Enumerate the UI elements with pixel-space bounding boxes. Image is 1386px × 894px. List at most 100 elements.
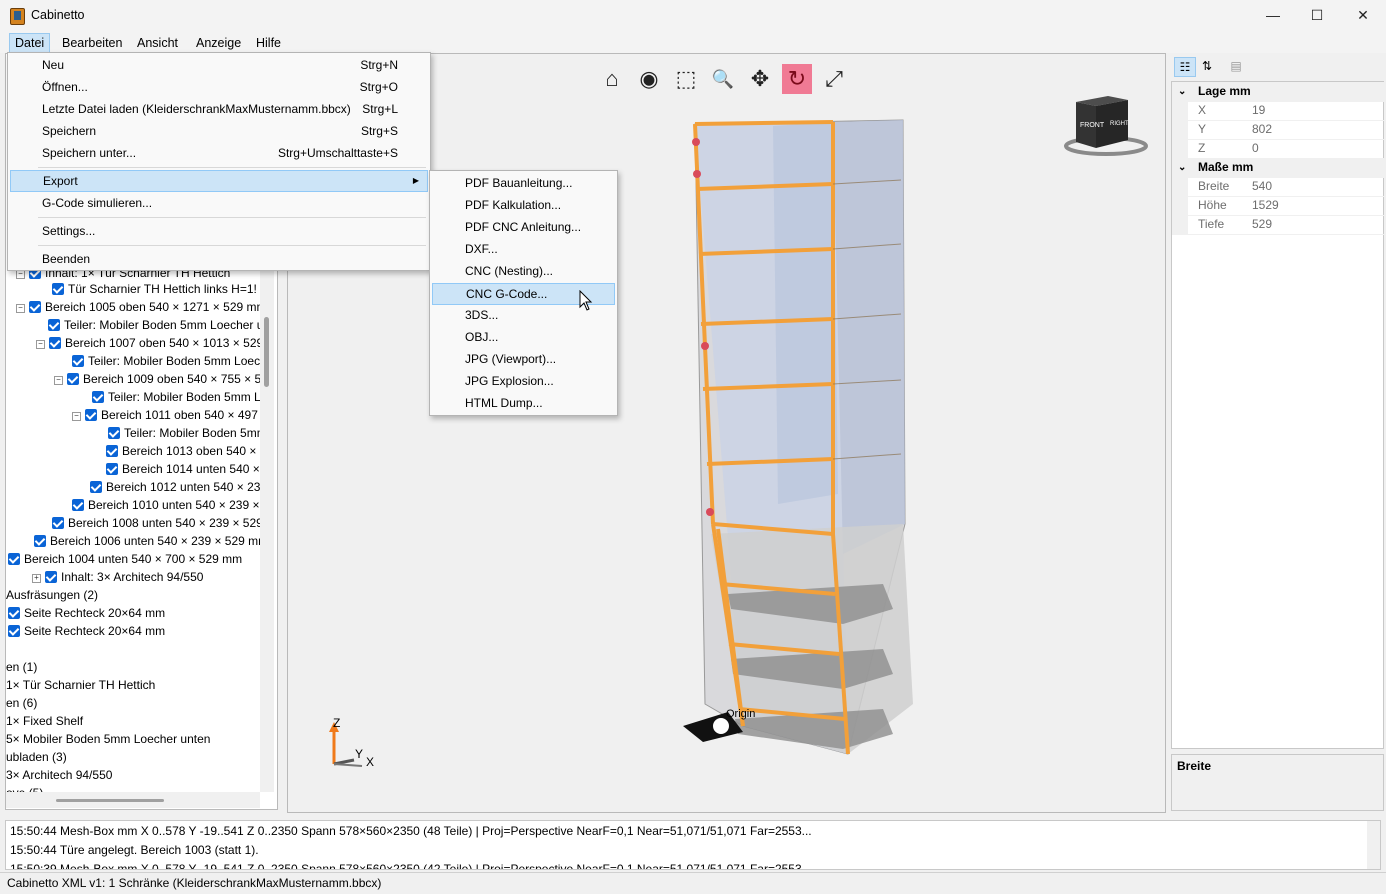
rotate-icon[interactable]: ↻: [782, 64, 812, 94]
property-value[interactable]: 0: [1252, 139, 1259, 158]
property-row[interactable]: Tiefe 529: [1172, 215, 1385, 235]
tree-vertical-scroll-thumb[interactable]: [264, 317, 269, 387]
tree-checkbox[interactable]: [45, 571, 57, 583]
tree-checkbox[interactable]: [85, 409, 97, 421]
tree-checkbox[interactable]: [8, 607, 20, 619]
tree-row[interactable]: Seite Rechteck 20×64 mm: [8, 622, 165, 640]
tree-row[interactable]: Tür Scharnier TH Hettich links H=1!: [52, 280, 257, 298]
expand-icon[interactable]: +: [32, 574, 41, 583]
close-button[interactable]: ✕: [1340, 0, 1386, 31]
tree-horizontal-scroll-thumb[interactable]: [56, 799, 164, 802]
tree-row[interactable]: 1× Fixed Shelf: [6, 712, 83, 730]
alphabetical-sort-icon[interactable]: ⇅: [1197, 57, 1217, 75]
tree-checkbox[interactable]: [34, 535, 46, 547]
zoom-icon[interactable]: 🔍: [708, 64, 738, 94]
tree-checkbox[interactable]: [108, 427, 120, 439]
menu-item-speichern[interactable]: Speichern Strg+S: [8, 121, 428, 141]
tree-row[interactable]: Bereich 1006 unten 540 × 239 × 529 mm: [34, 532, 268, 550]
tree-row[interactable]: − Bereich 1007 oben 540 × 1013 × 529: [36, 334, 263, 352]
export-item[interactable]: PDF CNC Anleitung...: [432, 217, 615, 237]
property-value[interactable]: 802: [1252, 120, 1272, 139]
tree-row[interactable]: Bereich 1010 unten 540 × 239 × 5: [72, 496, 269, 514]
tree-checkbox[interactable]: [90, 481, 102, 493]
tree-checkbox[interactable]: [92, 391, 104, 403]
export-item[interactable]: PDF Kalkulation...: [432, 195, 615, 215]
minimize-button[interactable]: —: [1250, 0, 1296, 31]
export-item[interactable]: JPG (Viewport)...: [432, 349, 615, 369]
property-row[interactable]: Y 802: [1172, 120, 1385, 140]
zoom-window-icon[interactable]: ⬚: [671, 64, 701, 94]
tree-row[interactable]: Bereich 1008 unten 540 × 239 × 529: [52, 514, 263, 532]
tree-row[interactable]: Seite Rechteck 20×64 mm: [8, 604, 165, 622]
menu-item-neu[interactable]: Neu Strg+N: [8, 55, 428, 75]
property-row[interactable]: Z0: [1172, 139, 1385, 159]
tree-checkbox[interactable]: [106, 445, 118, 457]
menu-anzeige[interactable]: Anzeige: [191, 34, 246, 52]
tree-row[interactable]: Teiler: Mobiler Boden 5mm Loech: [72, 352, 267, 370]
property-value[interactable]: 529: [1252, 215, 1272, 234]
menu-datei[interactable]: Datei: [9, 33, 51, 53]
export-item[interactable]: OBJ...: [432, 327, 615, 347]
tree-checkbox[interactable]: [49, 337, 61, 349]
log-scrollbar[interactable]: [1367, 821, 1380, 869]
export-item[interactable]: HTML Dump...: [432, 393, 615, 413]
tree-checkbox[interactable]: [29, 301, 41, 313]
menu-ansicht[interactable]: Ansicht: [132, 34, 183, 52]
property-row[interactable]: Breite 540: [1172, 177, 1385, 197]
tree-row[interactable]: en (1): [6, 658, 37, 676]
export-item[interactable]: JPG Explosion...: [432, 371, 615, 391]
tree-checkbox[interactable]: [52, 283, 64, 295]
property-value[interactable]: 540: [1252, 177, 1272, 196]
property-value[interactable]: 1529: [1252, 196, 1279, 215]
tree-checkbox[interactable]: [67, 373, 79, 385]
collapse-chevron-icon[interactable]: ⌄: [1178, 158, 1186, 177]
property-value[interactable]: 19: [1252, 101, 1265, 120]
collapse-icon[interactable]: −: [36, 340, 45, 349]
tree-row[interactable]: + Inhalt: 3× Architech 94/550: [32, 568, 203, 586]
property-category[interactable]: ⌄ Lage mm: [1172, 82, 1385, 102]
collapse-chevron-icon[interactable]: ⌄: [1178, 82, 1186, 101]
menu-item-beenden[interactable]: Beenden: [8, 249, 428, 269]
menu-item-oeffnen[interactable]: Öffnen... Strg+O: [8, 77, 428, 97]
view-cube[interactable]: FRONT RIGHT: [1058, 90, 1158, 160]
tree-row[interactable]: Bereich 1012 unten 540 × 239: [90, 478, 267, 496]
property-pages-icon[interactable]: ▤: [1226, 57, 1246, 75]
menu-item-settings[interactable]: Settings...: [8, 221, 428, 241]
collapse-icon[interactable]: −: [16, 270, 25, 279]
cabinet-3d-model[interactable]: [683, 114, 923, 764]
tree-row[interactable]: Teiler: Mobiler Boden 5mm Loecher u: [48, 316, 263, 334]
menu-item-letzte-datei[interactable]: Letzte Datei laden (KleiderschrankMaxMus…: [8, 99, 428, 119]
tree-row[interactable]: − Bereich 1005 oben 540 × 1271 × 529 mm: [16, 298, 267, 316]
menu-bearbeiten[interactable]: Bearbeiten: [57, 34, 127, 52]
pan-icon[interactable]: ✥: [745, 64, 775, 94]
tree-row[interactable]: en (6): [6, 694, 37, 712]
tree-checkbox[interactable]: [48, 319, 60, 331]
export-item[interactable]: DXF...: [432, 239, 615, 259]
tree-horizontal-scrollbar[interactable]: [6, 792, 260, 808]
tree-checkbox[interactable]: [106, 463, 118, 475]
tree-checkbox[interactable]: [72, 355, 84, 367]
eye-icon[interactable]: ◉: [634, 64, 664, 94]
tree-checkbox[interactable]: [8, 553, 20, 565]
tree-row[interactable]: Bereich 1014 unten 540 ×: [106, 460, 260, 478]
menu-item-export[interactable]: Export ▶: [10, 170, 428, 192]
tree-row[interactable]: ubladen (3): [6, 748, 67, 766]
property-row[interactable]: Höhe 1529: [1172, 196, 1385, 216]
categorized-view-icon[interactable]: ☷: [1174, 57, 1196, 77]
menu-item-speichern-unter[interactable]: Speichern unter... Strg+Umschalttaste+S: [8, 143, 428, 163]
home-icon[interactable]: ⌂: [597, 64, 627, 94]
tree-row[interactable]: 1× Tür Scharnier TH Hettich: [6, 676, 155, 694]
tree-row[interactable]: Bereich 1004 unten 540 × 700 × 529 mm: [8, 550, 242, 568]
tree-row[interactable]: Teiler: Mobiler Boden 5mm Lo: [92, 388, 267, 406]
tree-checkbox[interactable]: [52, 517, 64, 529]
tree-row[interactable]: 3× Architech 94/550: [6, 766, 112, 784]
menu-hilfe[interactable]: Hilfe: [251, 34, 286, 52]
maximize-button[interactable]: ☐: [1294, 0, 1340, 31]
collapse-icon[interactable]: −: [72, 412, 81, 421]
tree-row[interactable]: Bereich 1013 oben 540 × :: [106, 442, 263, 460]
tree-row[interactable]: − Bereich 1009 oben 540 × 755 × 5: [54, 370, 261, 388]
export-item[interactable]: PDF Bauanleitung...: [432, 173, 615, 193]
fullscreen-icon[interactable]: ⤢: [819, 64, 849, 94]
collapse-icon[interactable]: −: [16, 304, 25, 313]
tree-checkbox[interactable]: [8, 625, 20, 637]
